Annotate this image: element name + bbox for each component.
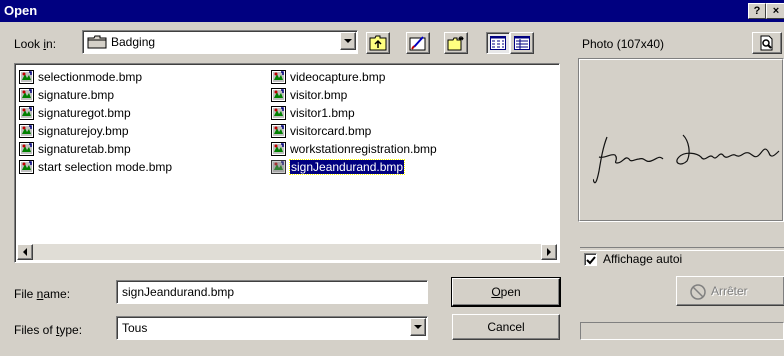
file-list-item[interactable]: visitor.bmp [271, 86, 347, 104]
preview-title: Photo (107x40) [582, 37, 665, 51]
preview-frame [578, 58, 784, 222]
progress-bar [580, 322, 784, 340]
file-name: signature.bmp [38, 88, 115, 102]
file-list-item[interactable]: signaturegot.bmp [19, 104, 131, 122]
bitmap-file-icon [19, 70, 35, 84]
file-name: visitor.bmp [290, 88, 348, 102]
bitmap-file-icon [271, 88, 287, 102]
up-folder-icon [369, 35, 387, 51]
bitmap-file-icon [19, 142, 35, 156]
close-button[interactable]: × [766, 3, 784, 19]
look-in-value: Badging [111, 35, 156, 49]
bitmap-file-icon [19, 106, 35, 120]
file-type-value: Tous [122, 321, 148, 335]
preview-button[interactable] [752, 32, 782, 54]
desktop-icon [409, 36, 426, 51]
file-type-label: Files of type: [14, 323, 83, 337]
file-name: start selection mode.bmp [38, 160, 173, 174]
new-folder-icon [447, 36, 464, 51]
new-folder-button[interactable] [444, 32, 468, 54]
file-name-label: File name: [14, 287, 71, 301]
file-name: signaturejoy.bmp [38, 124, 129, 138]
scroll-right-button[interactable] [541, 244, 557, 260]
file-list-item[interactable]: signJeandurand.bmp [271, 158, 406, 176]
horizontal-scrollbar[interactable] [17, 244, 557, 260]
cancel-button[interactable]: Cancel [452, 314, 560, 340]
chevron-down-icon [344, 39, 352, 43]
stop-label: Arrêter [711, 284, 748, 298]
file-list-item[interactable]: selectionmode.bmp [19, 68, 142, 86]
file-list-item[interactable]: signaturetab.bmp [19, 140, 131, 158]
bitmap-file-icon [271, 124, 287, 138]
stop-button[interactable]: Arrêter [676, 276, 784, 306]
file-name: signaturetab.bmp [38, 142, 131, 156]
file-name: signaturegot.bmp [38, 106, 131, 120]
bitmap-file-icon [271, 160, 287, 174]
file-name: signJeandurand.bmp [288, 159, 406, 175]
check-icon [586, 256, 596, 265]
file-name: visitorcard.bmp [290, 124, 372, 138]
file-list-item[interactable]: start selection mode.bmp [19, 158, 172, 176]
file-list-item[interactable]: visitorcard.bmp [271, 122, 371, 140]
signature-image [593, 134, 780, 184]
file-type-dropdown-button[interactable] [410, 318, 426, 336]
help-button[interactable]: ? [748, 3, 766, 19]
file-list-item[interactable]: workstationregistration.bmp [271, 140, 437, 158]
look-in-label: Look in: [14, 37, 57, 51]
details-view-button[interactable] [510, 32, 534, 54]
look-in-combo[interactable]: Badging [82, 30, 358, 54]
file-name: visitor1.bmp [290, 106, 355, 120]
stop-icon [690, 284, 706, 300]
scroll-left-button[interactable] [17, 244, 33, 260]
up-one-level-button[interactable] [366, 32, 390, 54]
file-name-value: signJeandurand.bmp [122, 285, 235, 299]
bitmap-file-icon [271, 142, 287, 156]
file-list-item[interactable]: signature.bmp [19, 86, 114, 104]
bitmap-file-icon [19, 160, 35, 174]
chevron-down-icon [414, 325, 422, 329]
chevron-left-icon [23, 248, 27, 256]
file-list-item[interactable]: videocapture.bmp [271, 68, 385, 86]
details-view-icon [514, 36, 530, 50]
bitmap-file-icon [19, 124, 35, 138]
look-in-dropdown-button[interactable] [340, 32, 356, 50]
file-name-input[interactable]: signJeandurand.bmp [116, 280, 428, 304]
chevron-right-icon [547, 248, 551, 256]
auto-display-label: Affichage autoi [603, 252, 683, 266]
file-list-item[interactable]: signaturejoy.bmp [19, 122, 129, 140]
window-title: Open [4, 3, 38, 18]
bitmap-file-icon [271, 106, 287, 120]
open-button[interactable]: Open [451, 277, 561, 307]
list-view-button[interactable] [486, 32, 510, 54]
file-list-item[interactable]: visitor1.bmp [271, 104, 355, 122]
divider [580, 247, 784, 251]
file-list[interactable]: selectionmode.bmp signature.bmp signatureg… [14, 63, 560, 263]
folder-icon [87, 35, 107, 52]
file-type-select[interactable]: Tous [116, 316, 428, 340]
file-name: videocapture.bmp [290, 70, 386, 84]
bitmap-file-icon [271, 70, 287, 84]
bitmap-file-icon [19, 88, 35, 102]
list-view-icon [490, 36, 506, 50]
desktop-button[interactable] [406, 32, 430, 54]
title-bar [0, 0, 784, 22]
preview-icon [760, 35, 773, 51]
auto-display-checkbox[interactable] [584, 253, 597, 266]
file-name: selectionmode.bmp [38, 70, 143, 84]
file-name: workstationregistration.bmp [290, 142, 437, 156]
